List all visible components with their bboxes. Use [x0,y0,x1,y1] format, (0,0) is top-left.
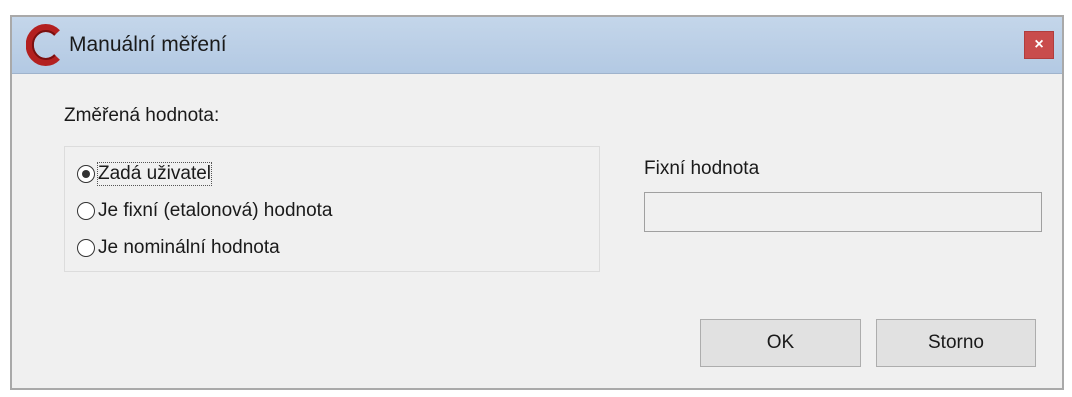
title-bar[interactable]: Manuální měření × [12,17,1062,74]
radio-unchecked-icon[interactable] [77,239,95,257]
fixed-value-input[interactable] [644,192,1042,232]
measured-value-label: Změřená hodnota: [64,105,220,126]
radio-unchecked-icon[interactable] [77,202,95,220]
radio-checked-icon[interactable] [77,165,95,183]
cancel-button[interactable]: Storno [876,319,1036,367]
app-logo-c-icon [26,24,60,66]
radio-fixed-value-label: Je fixní (etalonová) hodnota [98,200,333,221]
radio-nominal-value[interactable]: Je nominální hodnota [77,235,280,261]
close-button[interactable]: × [1024,31,1054,59]
fixed-value-label: Fixní hodnota [644,158,760,179]
measured-value-radio-group: Zadá uživatel Je fixní (etalonová) hodno… [64,146,600,272]
close-icon: × [1034,36,1044,53]
radio-user-entered[interactable]: Zadá uživatel [77,161,213,187]
ok-button[interactable]: OK [700,319,861,367]
dialog-title: Manuální měření [69,33,227,56]
radio-user-entered-label: Zadá uživatel [96,162,213,186]
radio-fixed-value[interactable]: Je fixní (etalonová) hodnota [77,198,333,224]
radio-nominal-value-label: Je nominální hodnota [98,237,280,258]
manual-measurement-dialog: Manuální měření × Změřená hodnota: Zadá … [10,15,1064,390]
